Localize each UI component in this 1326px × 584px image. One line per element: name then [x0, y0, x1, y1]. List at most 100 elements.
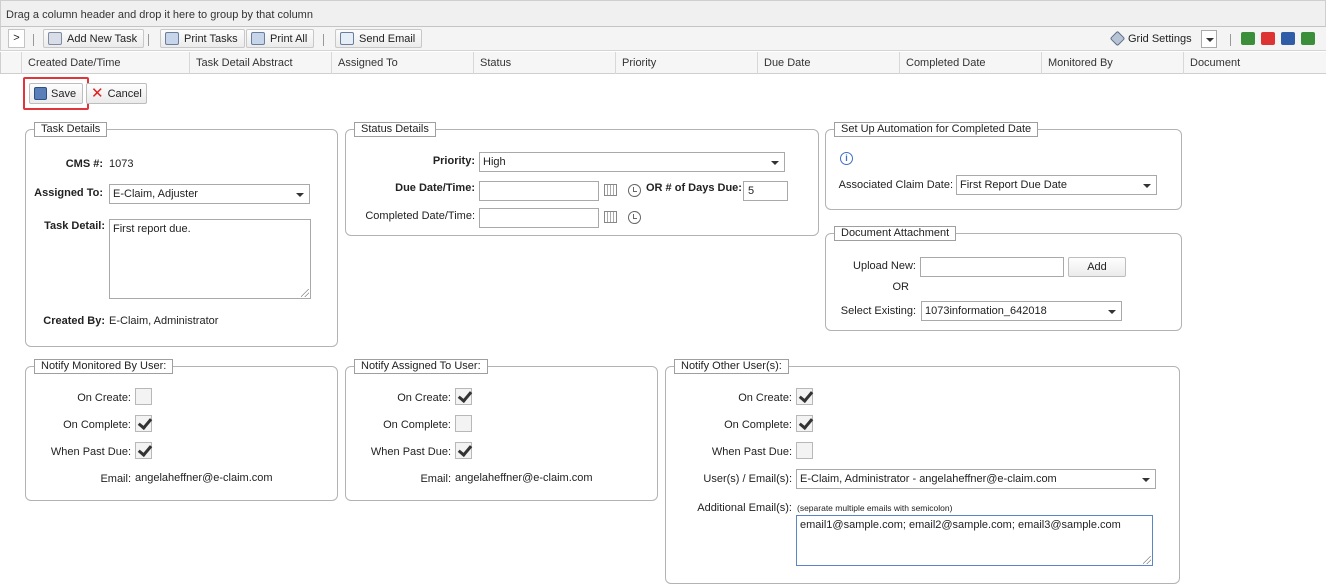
column-header[interactable]: Completed Date [899, 52, 1041, 74]
expand-button[interactable]: > [8, 29, 25, 48]
export-excel-icon[interactable] [1241, 32, 1255, 45]
column-header[interactable]: Assigned To [331, 52, 473, 74]
chevron-down-icon [296, 193, 304, 197]
floppy-disk-icon [34, 87, 47, 100]
on-create-label: On Create: [397, 392, 451, 404]
due-date-label: Due Date/Time: [395, 182, 475, 194]
clock-icon[interactable] [628, 184, 641, 197]
save-button[interactable]: Save [29, 83, 84, 104]
created-by-value: E-Claim, Administrator [109, 315, 219, 327]
toolbar-separator [33, 34, 34, 46]
automation-legend: Set Up Automation for Completed Date [834, 122, 1039, 137]
monitored-on-complete-checkbox[interactable] [135, 415, 152, 432]
column-header[interactable]: Created Date/Time [21, 52, 189, 74]
chevron-down-icon [1206, 38, 1214, 42]
monitored-past-due-checkbox[interactable] [135, 442, 152, 459]
toolbar-separator [148, 34, 149, 46]
chevron-down-icon [1143, 184, 1151, 188]
priority-select[interactable]: High [479, 152, 785, 172]
column-header[interactable]: Task Detail Abstract [189, 52, 331, 74]
grid-column-headers: Created Date/Time Task Detail Abstract A… [0, 52, 1326, 74]
cms-label: CMS #: [65, 158, 103, 170]
past-due-label: When Past Due: [50, 446, 131, 458]
column-header[interactable]: Priority [615, 52, 757, 74]
days-due-label: OR # of Days Due: [646, 182, 742, 194]
automation-panel: Set Up Automation for Completed Date [825, 122, 1182, 210]
days-due-input[interactable]: 5 [743, 181, 788, 201]
other-past-due-checkbox[interactable] [796, 442, 813, 459]
email-label: Email: [100, 473, 131, 485]
print-all-button[interactable]: Print All [246, 29, 315, 48]
close-icon: ✕ [91, 84, 104, 102]
completed-date-input[interactable] [479, 208, 599, 228]
send-email-button[interactable]: Send Email [335, 29, 423, 48]
add-task-icon [48, 32, 62, 45]
upload-file-input[interactable] [920, 257, 1064, 277]
chevron-down-icon [1108, 310, 1116, 314]
resize-grip-icon[interactable] [1143, 556, 1151, 564]
add-attachment-button[interactable]: Add [1068, 257, 1126, 277]
toolbar-separator [323, 34, 324, 46]
export-pdf-icon[interactable] [1261, 32, 1275, 45]
on-complete-label: On Complete: [383, 419, 451, 431]
additional-emails-hint: (separate multiple emails with semicolon… [797, 503, 953, 513]
toolbar-separator [1230, 34, 1231, 46]
monitored-on-create-checkbox[interactable] [135, 388, 152, 405]
group-by-bar[interactable]: Drag a column header and drop it here to… [0, 0, 1326, 27]
assigned-past-due-checkbox[interactable] [455, 442, 472, 459]
claim-date-label: Associated Claim Date: [838, 179, 953, 191]
or-label: OR [892, 281, 910, 293]
claim-date-select[interactable]: First Report Due Date [956, 175, 1157, 195]
additional-emails-textarea[interactable]: email1@sample.com; email2@sample.com; em… [796, 515, 1153, 566]
cms-value: 1073 [109, 158, 134, 170]
column-header[interactable]: Document [1183, 52, 1326, 74]
email-label: Email: [420, 473, 451, 485]
users-emails-select[interactable]: E-Claim, Administrator - angelaheffner@e… [796, 469, 1156, 489]
on-create-label: On Create: [738, 392, 792, 404]
due-date-input[interactable] [479, 181, 599, 201]
on-create-label: On Create: [77, 392, 131, 404]
on-complete-label: On Complete: [724, 419, 792, 431]
column-header[interactable]: Due Date [757, 52, 899, 74]
envelope-icon [340, 32, 354, 45]
export-csv-icon[interactable] [1301, 32, 1315, 45]
assigned-to-select[interactable]: E-Claim, Adjuster [109, 184, 310, 204]
clock-icon[interactable] [628, 211, 641, 224]
print-tasks-button[interactable]: Print Tasks [160, 29, 245, 48]
notify-assigned-legend: Notify Assigned To User: [354, 359, 488, 374]
notify-monitored-legend: Notify Monitored By User: [34, 359, 174, 374]
grid-settings-button[interactable]: Grid Settings [1108, 29, 1198, 48]
task-detail-label: Task Detail: [44, 220, 105, 232]
export-word-icon[interactable] [1281, 32, 1295, 45]
on-complete-label: On Complete: [63, 419, 131, 431]
upload-new-label: Upload New: [853, 260, 916, 272]
monitored-email-value: angelaheffner@e-claim.com [135, 472, 273, 484]
group-by-hint: Drag a column header and drop it here to… [6, 9, 313, 21]
cancel-button[interactable]: ✕ Cancel [86, 83, 147, 104]
chevron-down-icon [771, 161, 779, 165]
task-details-legend: Task Details [34, 122, 108, 137]
info-icon[interactable]: i [840, 152, 853, 165]
printer-icon [165, 32, 179, 45]
completed-date-label: Completed Date/Time: [365, 210, 475, 222]
created-by-label: Created By: [43, 315, 105, 327]
column-header[interactable]: Status [473, 52, 615, 74]
assigned-on-complete-checkbox[interactable] [455, 415, 472, 432]
chevron-down-icon [1142, 478, 1150, 482]
grid-settings-dropdown[interactable] [1201, 30, 1217, 48]
column-header[interactable]: Monitored By [1041, 52, 1183, 74]
other-on-create-checkbox[interactable] [796, 388, 813, 405]
resize-grip-icon[interactable] [301, 289, 309, 297]
status-details-legend: Status Details [354, 122, 436, 137]
users-emails-label: User(s) / Email(s): [703, 473, 792, 485]
assigned-email-value: angelaheffner@e-claim.com [455, 472, 593, 484]
past-due-label: When Past Due: [711, 446, 792, 458]
other-on-complete-checkbox[interactable] [796, 415, 813, 432]
attachment-legend: Document Attachment [834, 226, 957, 241]
task-detail-textarea[interactable]: First report due. [109, 219, 311, 299]
add-new-task-button[interactable]: Add New Task [43, 29, 145, 48]
assigned-on-create-checkbox[interactable] [455, 388, 472, 405]
calendar-icon[interactable] [604, 211, 617, 223]
existing-document-select[interactable]: 1073information_642018 [921, 301, 1122, 321]
calendar-icon[interactable] [604, 184, 617, 196]
